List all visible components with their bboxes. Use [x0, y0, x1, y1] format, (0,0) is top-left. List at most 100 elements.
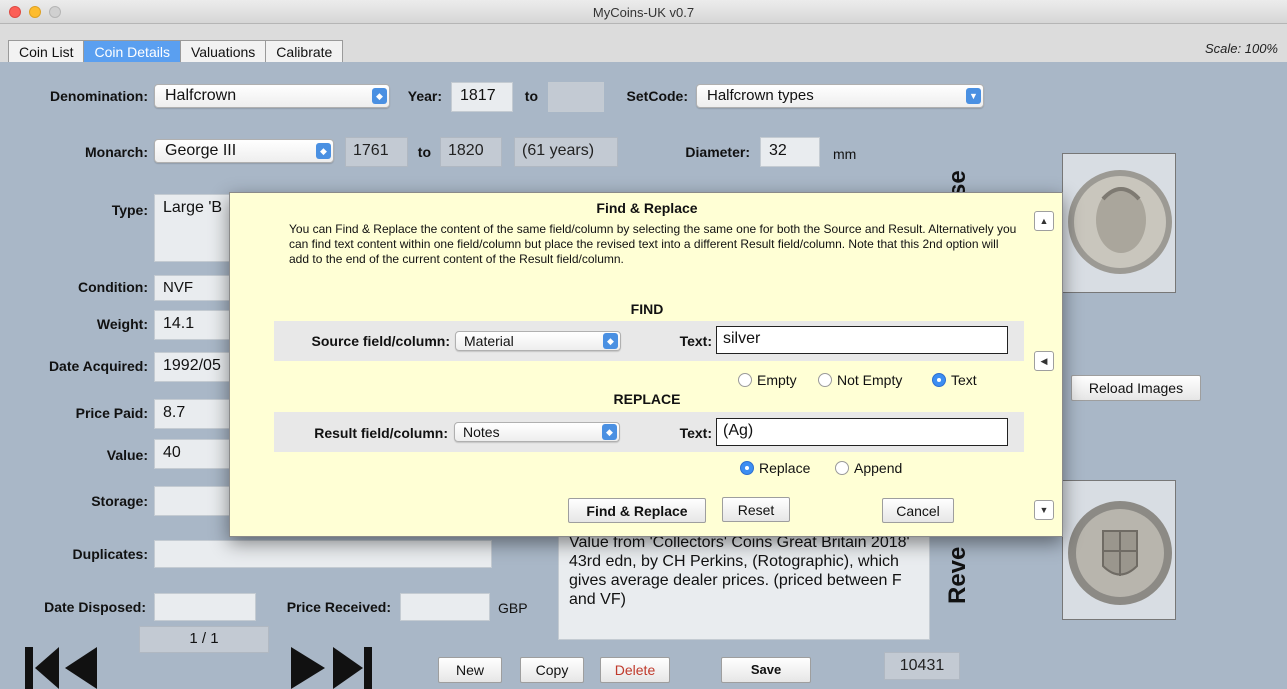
dialog-title: Find & Replace: [596, 200, 698, 216]
collapse-left-icon[interactable]: ◀: [1034, 351, 1054, 371]
obverse-coin-image[interactable]: [1062, 153, 1176, 293]
scroll-up-icon[interactable]: ▲: [1034, 211, 1054, 231]
source-field-value: Material: [464, 333, 514, 349]
find-text-input[interactable]: silver: [716, 326, 1008, 354]
window-title: MyCoins-UK v0.7: [592, 5, 695, 20]
monarch-select[interactable]: George III ◆: [154, 139, 334, 163]
year-to-input[interactable]: [548, 82, 604, 112]
record-counter: 1 / 1: [139, 626, 269, 653]
denomination-select[interactable]: Halfcrown ◆: [154, 84, 390, 108]
scroll-down-icon[interactable]: ▼: [1034, 500, 1054, 520]
find-option-text[interactable]: Text: [932, 372, 977, 388]
diameter-unit: mm: [833, 146, 857, 162]
storage-label: Storage:: [91, 493, 148, 509]
save-button[interactable]: Save: [721, 657, 811, 683]
replace-section-title: REPLACE: [613, 391, 681, 407]
year-from-input[interactable]: 1817: [451, 82, 513, 112]
result-field-value: Notes: [463, 424, 500, 440]
find-option-empty-label: Empty: [757, 372, 797, 388]
currency-label: GBP: [498, 600, 528, 616]
price-received-input[interactable]: [400, 593, 490, 621]
find-replace-dialog: Find & Replace You can Find & Replace th…: [229, 192, 1063, 537]
notes-textarea[interactable]: Value from 'Collectors' Coins Great Brit…: [558, 522, 930, 640]
value-input[interactable]: 40: [154, 439, 234, 469]
new-button[interactable]: New: [438, 657, 502, 683]
dialog-description: You can Find & Replace the content of th…: [289, 222, 1017, 266]
weight-input[interactable]: 14.1: [154, 310, 234, 340]
price-received-label: Price Received:: [286, 599, 391, 615]
year-label: Year:: [407, 88, 442, 104]
result-field-label: Result field/column:: [314, 425, 448, 441]
delete-button[interactable]: Delete: [600, 657, 670, 683]
storage-input[interactable]: [154, 486, 234, 516]
diameter-label: Diameter:: [685, 144, 750, 160]
reign-from: 1761: [345, 137, 408, 167]
radio-icon: [835, 461, 849, 475]
weight-label: Weight:: [96, 316, 148, 332]
reload-images-button[interactable]: Reload Images: [1071, 375, 1201, 401]
reset-button[interactable]: Reset: [722, 497, 790, 522]
next-record-button[interactable]: [291, 647, 373, 689]
monarch-value: George III: [165, 142, 237, 159]
find-section-title: FIND: [630, 301, 664, 317]
radio-selected-icon: [740, 461, 754, 475]
source-field-select[interactable]: Material ◆: [455, 331, 621, 351]
reverse-label: Reve: [944, 546, 971, 604]
find-option-text-label: Text: [951, 372, 977, 388]
title-bar: MyCoins-UK v0.7: [0, 0, 1287, 24]
find-text-label: Text:: [679, 333, 712, 349]
chevron-down-icon: ▼: [966, 88, 981, 104]
result-field-select[interactable]: Notes ◆: [454, 422, 620, 442]
date-disposed-input[interactable]: [154, 593, 256, 621]
copy-button[interactable]: Copy: [520, 657, 584, 683]
year-to-label: to: [524, 88, 538, 104]
denomination-label: Denomination:: [50, 88, 148, 104]
find-option-empty[interactable]: Empty: [738, 372, 797, 388]
record-id: 10431: [884, 652, 960, 680]
find-replace-button[interactable]: Find & Replace: [568, 498, 706, 523]
first-record-button[interactable]: [25, 647, 97, 689]
reign-to: 1820: [440, 137, 502, 167]
duplicates-input[interactable]: [154, 540, 492, 568]
date-acquired-input[interactable]: 1992/05: [154, 352, 234, 382]
tab-group: Coin List Coin Details Valuations Calibr…: [8, 40, 344, 63]
price-paid-input[interactable]: 8.7: [154, 399, 234, 429]
tab-calibrate[interactable]: Calibrate: [266, 41, 342, 62]
radio-selected-icon: [932, 373, 946, 387]
obverse-label: se: [944, 170, 971, 197]
radio-icon: [818, 373, 832, 387]
scale-label: Scale: 100%: [1205, 41, 1278, 56]
cancel-button[interactable]: Cancel: [882, 498, 954, 523]
setcode-select[interactable]: Halfcrown types ▼: [696, 84, 984, 108]
replace-option-replace[interactable]: Replace: [740, 460, 810, 476]
date-acquired-label: Date Acquired:: [48, 358, 148, 374]
replace-option-append[interactable]: Append: [835, 460, 902, 476]
duplicates-label: Duplicates:: [72, 546, 148, 562]
replace-option-replace-label: Replace: [759, 460, 811, 476]
find-option-not-empty-label: Not Empty: [837, 372, 903, 388]
tab-coin-details[interactable]: Coin Details: [84, 41, 181, 62]
setcode-label: SetCode:: [626, 88, 688, 104]
chevron-updown-icon: ◆: [602, 424, 617, 440]
chevron-updown-icon: ◆: [603, 333, 618, 349]
replace-text-label: Text:: [679, 425, 712, 441]
condition-select[interactable]: NVF: [154, 275, 234, 301]
source-field-label: Source field/column:: [311, 333, 450, 349]
chevron-updown-icon: ◆: [372, 88, 387, 104]
reverse-coin-image[interactable]: [1062, 480, 1176, 620]
type-textarea[interactable]: Large 'B: [154, 194, 234, 262]
radio-icon: [738, 373, 752, 387]
tab-coin-list[interactable]: Coin List: [9, 41, 85, 62]
reign-years: (61 years): [514, 137, 618, 167]
price-paid-label: Price Paid:: [75, 405, 148, 421]
chevron-updown-icon: ◆: [316, 143, 331, 159]
replace-text-input[interactable]: (Ag): [716, 418, 1008, 446]
reign-to-label: to: [417, 144, 431, 160]
tab-valuations[interactable]: Valuations: [181, 41, 267, 62]
setcode-value: Halfcrown types: [707, 87, 814, 104]
denomination-value: Halfcrown: [165, 87, 237, 104]
find-option-not-empty[interactable]: Not Empty: [818, 372, 902, 388]
condition-label: Condition:: [78, 279, 148, 295]
monarch-label: Monarch:: [85, 144, 148, 160]
diameter-input[interactable]: 32: [760, 137, 820, 167]
